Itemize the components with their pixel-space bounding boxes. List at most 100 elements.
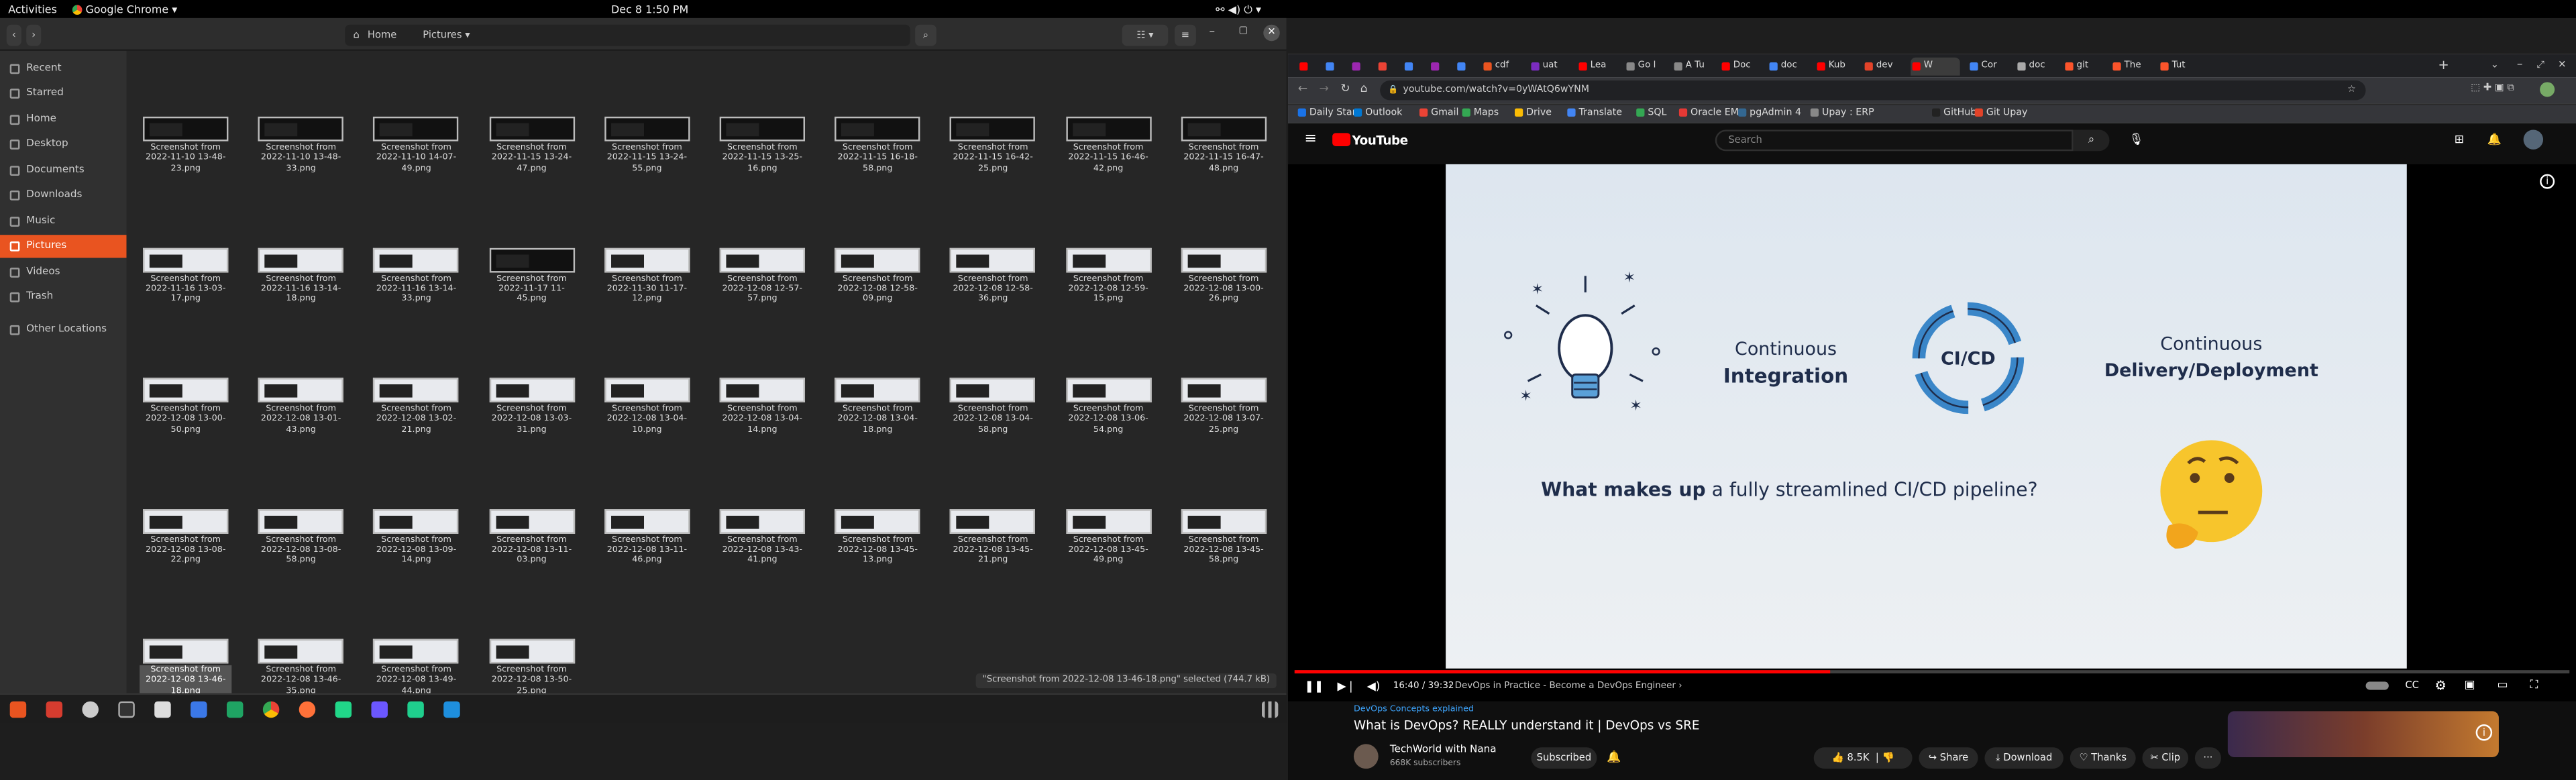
file-item[interactable]: Screenshot from 2022-12-08 13-11-03.png [486, 508, 584, 607]
file-item[interactable]: Screenshot from 2022-11-17 11-45.png [486, 247, 584, 346]
file-item[interactable]: Screenshot from 2022-12-08 13-00-26.png [1177, 247, 1276, 346]
file-item[interactable]: Screenshot from 2022-11-10 14-07-49.png [370, 116, 469, 215]
browser-tab[interactable] [1403, 58, 1419, 76]
terminal-icon[interactable] [118, 701, 135, 718]
anydesk-icon[interactable] [46, 701, 63, 718]
autoplay-toggle[interactable] [2365, 681, 2389, 690]
clock[interactable]: Dec 8 1:50 PM [611, 3, 688, 17]
search-input[interactable]: Search [1715, 129, 2074, 152]
forward-button[interactable]: › [26, 24, 42, 46]
subscribed-button[interactable]: Subscribed [1531, 747, 1597, 769]
bookmark-item[interactable]: Daily Star [1297, 108, 1356, 118]
sidebar-item-trash[interactable]: Trash [0, 286, 127, 309]
settings-icon[interactable] [82, 701, 99, 718]
maximize-button[interactable]: ▢ [1239, 25, 1248, 36]
bookmark-star-icon[interactable]: ☆ [2347, 80, 2356, 100]
browser-tab[interactable]: doc [1768, 58, 1807, 76]
browser-tab[interactable]: Kub [1815, 58, 1855, 76]
file-item[interactable]: Screenshot from 2022-12-08 13-11-46.png [601, 508, 700, 607]
theater-icon[interactable]: ▭ [2497, 678, 2508, 691]
hashtag-link[interactable]: DevOps Concepts explained [1354, 705, 1474, 715]
settings-icon[interactable]: ⚙ [2434, 678, 2447, 693]
home-icon[interactable]: ⌂ [1360, 82, 1368, 95]
file-item[interactable]: Screenshot from 2022-12-08 13-43-41.png [716, 508, 815, 607]
file-item[interactable]: Screenshot from 2022-12-08 13-06-54.png [1063, 378, 1161, 476]
back-button[interactable]: ‹ [6, 24, 21, 46]
system-tray[interactable]: ⚯ ◀) ⏻ ▾ [1216, 3, 1261, 18]
maximize-button[interactable]: ⤢ [2536, 59, 2544, 72]
browser-tab[interactable] [1456, 58, 1472, 76]
caret-down-icon[interactable]: ▾ [465, 30, 470, 41]
browser-tab[interactable]: Go l [1625, 58, 1664, 76]
sidebar-item-other-locations[interactable]: Other Locations [0, 319, 127, 341]
sidebar-item-videos[interactable]: Videos [0, 261, 127, 284]
file-item[interactable]: Screenshot from 2022-11-30 11-17-12.png [601, 247, 700, 346]
breadcrumb-pictures[interactable]: Pictures [423, 30, 462, 41]
file-item[interactable]: Screenshot from 2022-11-15 13-24-47.png [486, 116, 584, 215]
browser-tab[interactable]: Tut [2159, 58, 2198, 76]
file-item[interactable]: Screenshot from 2022-11-15 16-47-48.png [1177, 116, 1276, 215]
sidebar-item-recent[interactable]: Recent [0, 58, 127, 80]
file-item[interactable]: Screenshot from 2022-11-16 13-03-17.png [140, 247, 238, 346]
file-item[interactable]: Screenshot from 2022-12-08 13-45-21.png [947, 508, 1046, 607]
ad-info-icon[interactable]: i [2475, 724, 2493, 741]
bookmark-item[interactable]: Git Upay [1974, 108, 2027, 118]
browser-tab[interactable]: Doc [1720, 58, 1760, 76]
sheets-icon[interactable] [226, 701, 244, 718]
sidebar-item-desktop[interactable]: Desktop [0, 133, 127, 156]
hamburger-icon[interactable]: ≡ [1305, 131, 1317, 148]
create-icon[interactable]: ⊞ [2455, 133, 2464, 146]
browser-tab[interactable]: W [1911, 57, 1960, 76]
datagrip-icon[interactable] [371, 701, 388, 718]
search-button[interactable]: ⌕ [915, 24, 936, 46]
file-item[interactable]: Screenshot from 2022-12-08 13-07-25.png [1177, 378, 1276, 476]
file-item[interactable]: Screenshot from 2022-11-15 13-24-55.png [601, 116, 700, 215]
file-item[interactable]: Screenshot from 2022-12-08 13-45-49.png [1063, 508, 1161, 607]
bookmark-item[interactable]: pgAdmin 4 [1738, 108, 1801, 118]
ubuntu-software-icon[interactable] [9, 701, 27, 718]
file-item[interactable]: Screenshot from 2022-11-10 13-48-33.png [255, 116, 354, 215]
channel-avatar[interactable] [1353, 744, 1379, 769]
profile-avatar[interactable] [2540, 82, 2555, 97]
bookmark-item[interactable]: Maps [1462, 108, 1499, 118]
file-item[interactable]: Screenshot from 2022-11-16 13-14-33.png [370, 247, 469, 346]
file-item[interactable]: Screenshot from 2022-12-08 13-08-58.png [255, 508, 354, 607]
file-item[interactable]: Screenshot from 2022-12-08 12-58-09.png [832, 247, 930, 346]
path-bar[interactable]: ⌂ Home Pictures ▾ [345, 24, 910, 46]
sidebar-item-documents[interactable]: Documents [0, 160, 127, 182]
browser-tab[interactable] [1430, 58, 1446, 76]
chapter-title[interactable]: · DevOps in Practice - Become a DevOps E… [1449, 681, 1682, 691]
activities-button[interactable]: Activities [8, 3, 57, 17]
breadcrumb-home[interactable]: Home [368, 30, 396, 41]
bookmark-item[interactable]: Upay : ERP [1810, 108, 1874, 118]
new-tab-button[interactable]: + [2438, 58, 2449, 72]
file-item[interactable]: Screenshot from 2022-11-16 13-14-18.png [255, 247, 354, 346]
file-item[interactable]: Screenshot from 2022-12-08 13-45-13.png [832, 508, 930, 607]
file-item[interactable]: Screenshot from 2022-12-08 12-59-15.png [1063, 247, 1161, 346]
channel-name[interactable]: TechWorld with Nana [1390, 744, 1497, 755]
browser-tab[interactable]: uat [1529, 58, 1569, 76]
file-item[interactable]: Screenshot from 2022-12-08 13-45-58.png [1177, 508, 1276, 607]
browser-tab[interactable] [1324, 58, 1340, 76]
search-button[interactable]: ⌕ [2073, 129, 2110, 152]
file-item[interactable]: Screenshot from 2022-12-08 13-00-50.png [140, 378, 238, 476]
thanks-button[interactable]: ♡ Thanks [2070, 747, 2136, 769]
progress-bar[interactable] [1294, 670, 2570, 674]
pause-icon[interactable]: ❚❚ [1305, 680, 1324, 693]
intellij-icon[interactable] [407, 701, 424, 718]
browser-tab[interactable]: git [2063, 58, 2103, 76]
sidebar-item-home[interactable]: Home [0, 109, 127, 131]
browser-tab[interactable]: dev [1863, 58, 1902, 76]
postman-icon[interactable] [299, 701, 316, 718]
video-player[interactable]: ✶ ✶ ✶ ✶ CI/CD Continuous Integration Contin… [1288, 164, 2576, 702]
file-item[interactable]: Screenshot from 2022-12-08 13-03-31.png [486, 378, 584, 476]
browser-tab[interactable]: The [2111, 58, 2151, 76]
miniplayer-icon[interactable]: ▣ [2464, 678, 2475, 691]
volume-icon[interactable]: ◀) [1367, 680, 1381, 693]
more-actions-button[interactable]: ··· [2194, 747, 2222, 769]
share-button[interactable]: ↪ Share [1919, 747, 1978, 769]
download-button[interactable]: ⤓ Download [1984, 747, 2063, 769]
browser-tab[interactable] [1377, 58, 1393, 76]
subtitles-icon[interactable]: CC [2405, 680, 2419, 691]
bookmark-item[interactable]: Drive [1514, 108, 1552, 118]
